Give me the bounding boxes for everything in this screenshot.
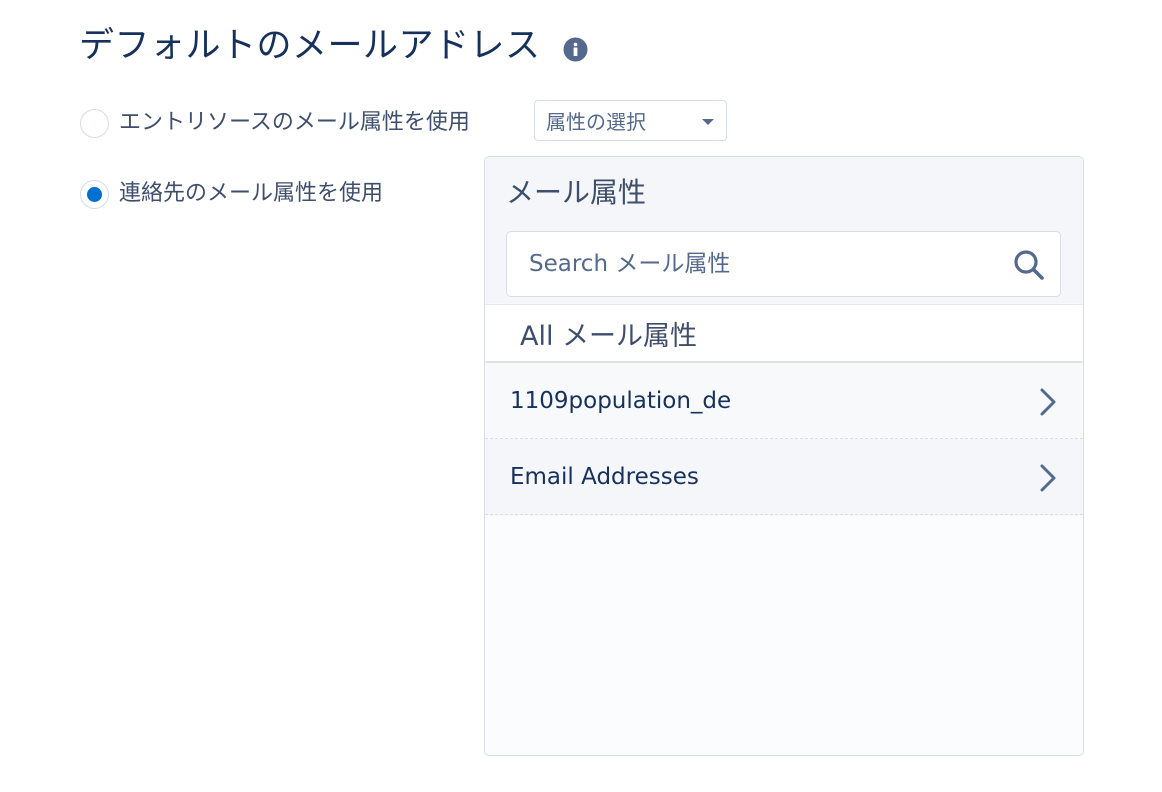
chevron-right-icon [1039,463,1057,493]
info-icon[interactable] [563,37,588,62]
list-item-label: 1109population_de [510,387,732,414]
panel-empty-area [485,516,1083,755]
list-item[interactable]: 1109population_de [485,363,1083,439]
attribute-select[interactable]: 属性の選択 [534,100,727,141]
title-row: デフォルトのメールアドレス [79,24,588,68]
panel-header: メール属性 [485,157,1083,303]
radio-option-entry-source[interactable]: エントリソースのメール属性を使用 [80,108,470,138]
page-title: デフォルトのメールアドレス [79,26,541,66]
attribute-list: 1109population_de Email Addresses [485,363,1083,515]
search-icon[interactable] [1012,248,1046,282]
attribute-select-value: 属性の選択 [546,110,646,134]
chevron-right-icon [1039,387,1057,417]
search-box[interactable] [506,231,1061,297]
list-item-label: Email Addresses [510,463,699,490]
panel-title: メール属性 [506,176,647,209]
radio-label-entry-source: エントリソースのメール属性を使用 [119,110,470,135]
radio-label-contact: 連絡先のメール属性を使用 [119,181,384,206]
all-attributes-breadcrumb[interactable]: All メール属性 [485,304,1083,361]
email-attribute-panel: メール属性 All メール属性 1109population_de [484,156,1084,756]
radio-button-contact[interactable] [80,179,109,209]
all-attributes-label: All メール属性 [520,320,698,352]
search-input[interactable] [527,250,1001,278]
caret-down-icon [702,119,714,125]
radio-selected-dot [87,186,102,202]
list-item[interactable]: Email Addresses [485,439,1083,515]
radio-button-entry-source[interactable] [80,108,109,138]
radio-option-contact[interactable]: 連絡先のメール属性を使用 [80,179,383,209]
page: デフォルトのメールアドレス エントリソースのメール属性を使用 属性の選択 連絡先… [0,0,1162,792]
